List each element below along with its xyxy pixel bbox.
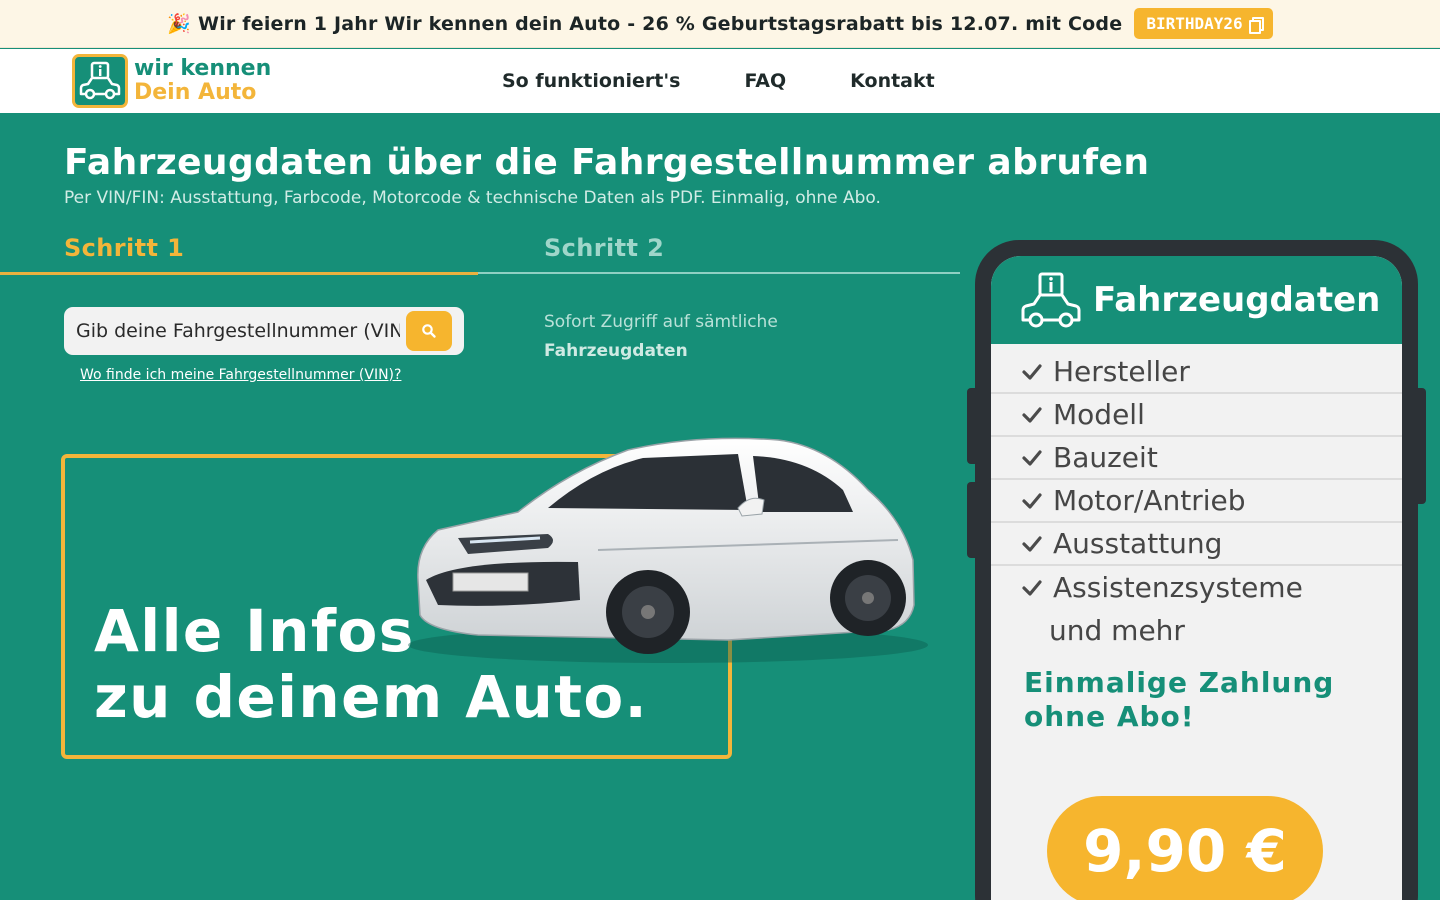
check-icon	[1022, 579, 1042, 596]
promo-text: 🎉 Wir feiern 1 Jahr Wir kennen dein Auto…	[167, 12, 1122, 35]
list-item: Hersteller	[991, 351, 1402, 394]
party-icon: 🎉	[167, 13, 192, 35]
price-badge: 9,90 €	[1047, 796, 1323, 900]
feature-label: Assistenzsysteme	[1053, 571, 1303, 604]
vin-input[interactable]	[76, 320, 400, 342]
promo-code-label: BIRTHDAY26	[1146, 14, 1243, 33]
step-2-text: Sofort Zugriff auf sämtliche	[544, 312, 778, 332]
step-2-strong: Fahrzeugdaten	[544, 341, 688, 361]
nav-faq[interactable]: FAQ	[744, 70, 786, 92]
list-item: Bauzeit	[991, 437, 1402, 480]
car-info-icon	[1021, 272, 1081, 328]
list-item: Ausstattung	[991, 523, 1402, 566]
step-2-description: Sofort Zugriff auf sämtliche Fahrzeugdat…	[544, 308, 778, 366]
phone-screen: Fahrzeugdaten Hersteller Modell Bauzeit …	[991, 256, 1402, 900]
price-value: 9,90 €	[1083, 817, 1287, 885]
promo-bar: 🎉 Wir feiern 1 Jahr Wir kennen dein Auto…	[0, 0, 1440, 48]
search-button[interactable]	[406, 311, 452, 351]
phone-side-button	[967, 388, 979, 464]
steps-bar: Schritt 1 Schritt 2	[0, 226, 960, 274]
feature-label: Hersteller	[1053, 355, 1190, 388]
feature-more: und mehr	[1049, 614, 1185, 647]
site-header: wir kennen Dein Auto So funktioniert's F…	[0, 49, 1440, 113]
car-image	[408, 437, 928, 663]
step-2-label: Schritt 2	[544, 234, 665, 262]
logo-text-bottom: Dein Auto	[134, 80, 257, 105]
payment-note: Einmalige Zahlung ohne Abo!	[991, 666, 1402, 734]
list-item: Modell	[991, 394, 1402, 437]
feature-list: Hersteller Modell Bauzeit Motor/Antrieb …	[991, 351, 1402, 609]
list-item: Motor/Antrieb	[991, 480, 1402, 523]
feature-label: Modell	[1053, 398, 1145, 431]
phone-title: Fahrzeugdaten	[1093, 280, 1381, 320]
phone-header: Fahrzeugdaten	[991, 256, 1402, 344]
feature-label: Ausstattung	[1053, 527, 1223, 560]
active-step-indicator	[0, 272, 478, 275]
check-icon	[1022, 363, 1042, 380]
logo[interactable]: wir kennen Dein Auto	[72, 54, 271, 108]
step-1-label: Schritt 1	[64, 234, 185, 262]
promo-heading-line-2: zu deinem Auto.	[94, 663, 649, 731]
promo-message: Wir feiern 1 Jahr Wir kennen dein Auto -…	[198, 13, 1123, 35]
nav-contact[interactable]: Kontakt	[850, 70, 935, 92]
check-icon	[1022, 492, 1042, 509]
main-nav: So funktioniert's FAQ Kontakt	[502, 49, 935, 113]
page-subtitle: Per VIN/FIN: Ausstattung, Farbcode, Moto…	[64, 188, 881, 208]
vin-search-box	[64, 307, 464, 355]
list-item: Assistenzsysteme	[991, 566, 1402, 609]
search-icon	[422, 324, 436, 338]
logo-car-info-icon	[72, 54, 128, 108]
phone-side-button	[967, 482, 979, 558]
promo-code-button[interactable]: BIRTHDAY26	[1134, 8, 1273, 39]
copy-icon	[1248, 16, 1264, 34]
page-title: Fahrzeugdaten über die Fahrgestellnummer…	[64, 142, 1150, 183]
payment-line-2: ohne Abo!	[1024, 700, 1195, 733]
feature-label: Motor/Antrieb	[1053, 484, 1246, 517]
check-icon	[1022, 449, 1042, 466]
logo-text-top: wir kennen	[134, 56, 272, 81]
payment-line-1: Einmalige Zahlung	[1024, 666, 1335, 699]
check-icon	[1022, 406, 1042, 423]
check-icon	[1022, 535, 1042, 552]
nav-how-it-works[interactable]: So funktioniert's	[502, 70, 680, 92]
phone-side-button	[1414, 388, 1426, 504]
vin-help-link[interactable]: Wo finde ich meine Fahrgestellnummer (VI…	[80, 367, 401, 383]
feature-label: Bauzeit	[1053, 441, 1158, 474]
